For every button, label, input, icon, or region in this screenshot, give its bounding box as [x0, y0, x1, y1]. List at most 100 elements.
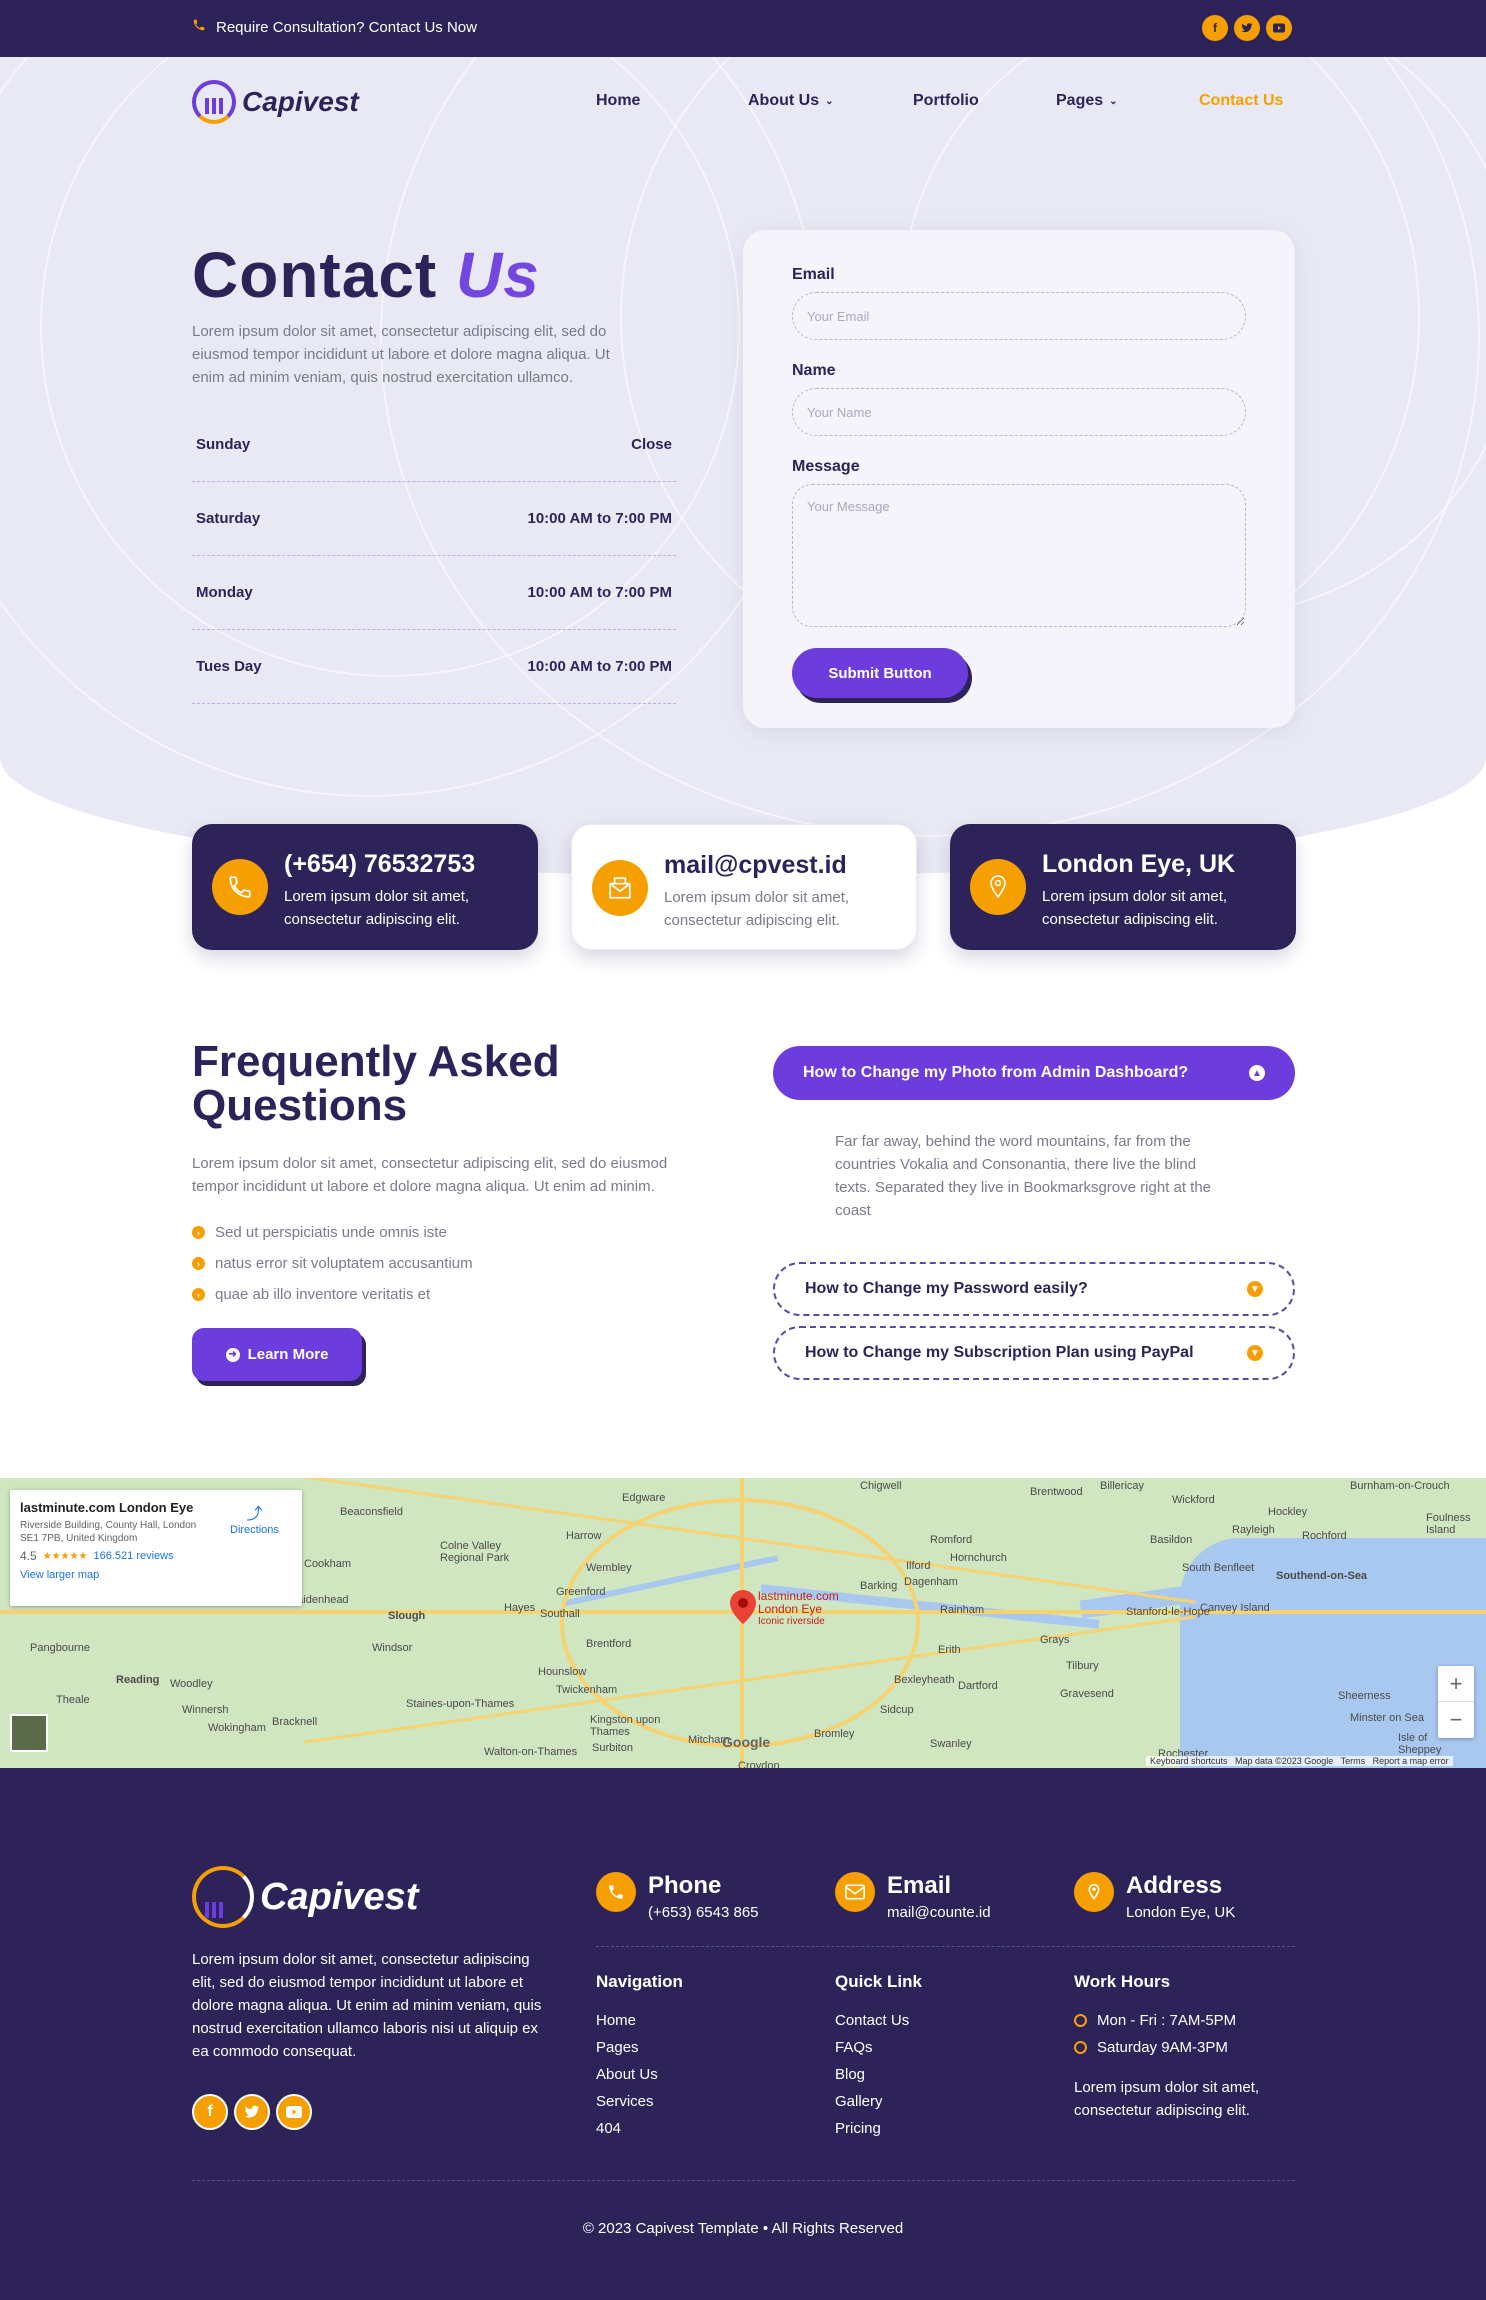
faq-bullet-text: quae ab illo inventore veritatis et: [215, 1286, 431, 1303]
footer-contact-value[interactable]: (+653) 6543 865: [648, 1904, 759, 1921]
consultation-link[interactable]: Require Consultation? Contact Us Now: [192, 18, 477, 36]
faq-item-open[interactable]: How to Change my Photo from Admin Dashbo…: [773, 1046, 1295, 1100]
page-title: Contact Us: [192, 238, 540, 312]
name-field[interactable]: [792, 388, 1246, 436]
satellite-toggle[interactable]: [10, 1714, 48, 1752]
map-place-label: Windsor: [372, 1642, 413, 1654]
page-title-accent: Us: [456, 239, 540, 311]
faq-item[interactable]: How to Change my Subscription Plan using…: [773, 1326, 1295, 1380]
footer-link[interactable]: Blog: [835, 2066, 922, 2083]
faq-question: How to Change my Password easily?: [805, 1280, 1088, 1297]
map-pin-icon[interactable]: [730, 1590, 756, 1629]
hours-day: Monday: [196, 584, 253, 601]
nav-portfolio[interactable]: Portfolio: [913, 92, 1056, 110]
email-label: Email: [792, 266, 835, 283]
map-place-label: Dartford: [958, 1680, 998, 1692]
map-place-label: Twickenham: [556, 1684, 618, 1696]
phone-card: (+654) 76532753 Lorem ipsum dolor sit am…: [192, 824, 538, 950]
footer-link[interactable]: FAQs: [835, 2039, 922, 2056]
footer-link[interactable]: Pricing: [835, 2120, 922, 2137]
footer-contact-value[interactable]: mail@counte.id: [887, 1904, 991, 1921]
email-field[interactable]: [792, 292, 1246, 340]
twitter-icon[interactable]: [234, 2094, 270, 2130]
footer-social-links: f: [192, 2094, 312, 2130]
view-larger-map-link[interactable]: View larger map: [20, 1569, 292, 1581]
footer-contact-title: Email: [887, 1872, 952, 1899]
map-place-label: Rayleigh: [1232, 1524, 1275, 1536]
zoom-in-button[interactable]: +: [1438, 1666, 1474, 1702]
consultation-text: Require Consultation? Contact Us Now: [216, 18, 477, 36]
map-place-label: Gravesend: [1060, 1688, 1114, 1700]
footer-logo[interactable]: Capivest: [192, 1866, 418, 1928]
work-hours-text: Saturday 9AM-3PM: [1097, 2039, 1228, 2056]
chevron-right-icon: ›: [192, 1226, 205, 1239]
hours-row: Tues Day 10:00 AM to 7:00 PM: [192, 630, 676, 704]
work-hours-text: Mon - Fri : 7AM-5PM: [1097, 2012, 1237, 2029]
footer-link[interactable]: 404: [596, 2120, 683, 2137]
zoom-out-button[interactable]: −: [1438, 1702, 1474, 1738]
map-place-label: Sheerness: [1338, 1690, 1391, 1702]
map-place-label: Walton-on-Thames: [484, 1746, 578, 1758]
learn-more-label: Learn More: [247, 1346, 329, 1363]
card-text: Lorem ipsum dolor sit amet, consectetur …: [1042, 888, 1228, 928]
hours-day: Sunday: [196, 436, 251, 453]
nav-about-us-label: About Us: [748, 92, 820, 109]
faq-bullet: › natus error sit voluptatem accusantium: [192, 1255, 473, 1272]
submit-button[interactable]: Submit Button: [792, 648, 968, 698]
map-place-label: Reading: [116, 1674, 160, 1686]
message-field[interactable]: [792, 484, 1246, 627]
map-rating-stars: ★★★★★: [42, 1550, 88, 1562]
map-reviews-link[interactable]: 166.521 reviews: [94, 1550, 174, 1562]
map-place-label: Minster on Sea: [1350, 1712, 1424, 1724]
facebook-icon[interactable]: f: [1202, 15, 1228, 41]
faq-bullet: › quae ab illo inventore veritatis et: [192, 1286, 430, 1303]
header-logo[interactable]: Capivest: [192, 80, 359, 124]
youtube-icon[interactable]: [1266, 15, 1292, 41]
hours-row: Monday 10:00 AM to 7:00 PM: [192, 556, 676, 630]
youtube-icon[interactable]: [276, 2094, 312, 2130]
map-place-label: Hockley: [1268, 1506, 1308, 1518]
map-place-label: Chigwell: [860, 1480, 902, 1492]
footer-link[interactable]: About Us: [596, 2066, 683, 2083]
nav-home[interactable]: Home: [596, 92, 748, 110]
footer-work-hours: Work Hours Mon - Fri : 7AM-5PM Saturday …: [1074, 1972, 1295, 2122]
nav-pages[interactable]: Pages ⌄: [1056, 92, 1199, 110]
map-rating-value: 4.5: [20, 1549, 37, 1563]
footer-navigation: Navigation Home Pages About Us Services …: [596, 1972, 683, 2147]
footer-link[interactable]: Home: [596, 2012, 683, 2029]
facebook-icon[interactable]: f: [192, 2094, 228, 2130]
map-place-label: South Benfleet: [1182, 1562, 1255, 1574]
footer-link[interactable]: Services: [596, 2093, 683, 2110]
map-place-label: Hayes: [504, 1602, 536, 1614]
map-place-label: Swanley: [930, 1738, 972, 1750]
chevron-down-icon: ▼: [1247, 1345, 1263, 1361]
footer-link[interactable]: Pages: [596, 2039, 683, 2056]
learn-more-button[interactable]: ➜ Learn More: [192, 1328, 362, 1381]
faq-bullet-text: Sed ut perspiciatis unde omnis iste: [215, 1224, 447, 1241]
nav-contact-us[interactable]: Contact Us: [1199, 92, 1283, 110]
directions-button[interactable]: ⤴ Directions: [230, 1500, 279, 1536]
phone-icon: [192, 18, 206, 36]
map-pin-subtitle: Iconic riverside: [758, 1616, 825, 1627]
name-label: Name: [792, 362, 836, 379]
nav-pages-label: Pages: [1056, 92, 1104, 109]
map-place-label: Surbiton: [592, 1742, 633, 1754]
map-place-label: Rochford: [1302, 1530, 1347, 1542]
card-title: (+654) 76532753: [284, 850, 476, 878]
twitter-icon[interactable]: [1234, 15, 1260, 41]
location-map[interactable]: Wickford Billericay Burnham-on-Crouch Ho…: [0, 1478, 1486, 1768]
faq-answer: Far far away, behind the word mountains,…: [835, 1133, 1212, 1219]
map-place-label: Edgware: [622, 1492, 666, 1504]
nav-about-us[interactable]: About Us ⌄: [748, 92, 913, 110]
footer: Capivest Lorem ipsum dolor sit amet, con…: [0, 1768, 1486, 2300]
footer-divider: [596, 1946, 1295, 1947]
hero-description: Lorem ipsum dolor sit amet, consectetur …: [192, 323, 610, 386]
map-place-label: Greenford: [556, 1586, 606, 1598]
phone-icon: [596, 1872, 636, 1912]
faq-item[interactable]: How to Change my Password easily? ▼: [773, 1262, 1295, 1316]
hours-time: 10:00 AM to 7:00 PM: [527, 658, 673, 675]
footer-link[interactable]: Contact Us: [835, 2012, 922, 2029]
footer-link[interactable]: Gallery: [835, 2093, 922, 2110]
map-place-label: Hounslow: [538, 1666, 587, 1678]
faq-question: How to Change my Subscription Plan using…: [805, 1344, 1194, 1361]
